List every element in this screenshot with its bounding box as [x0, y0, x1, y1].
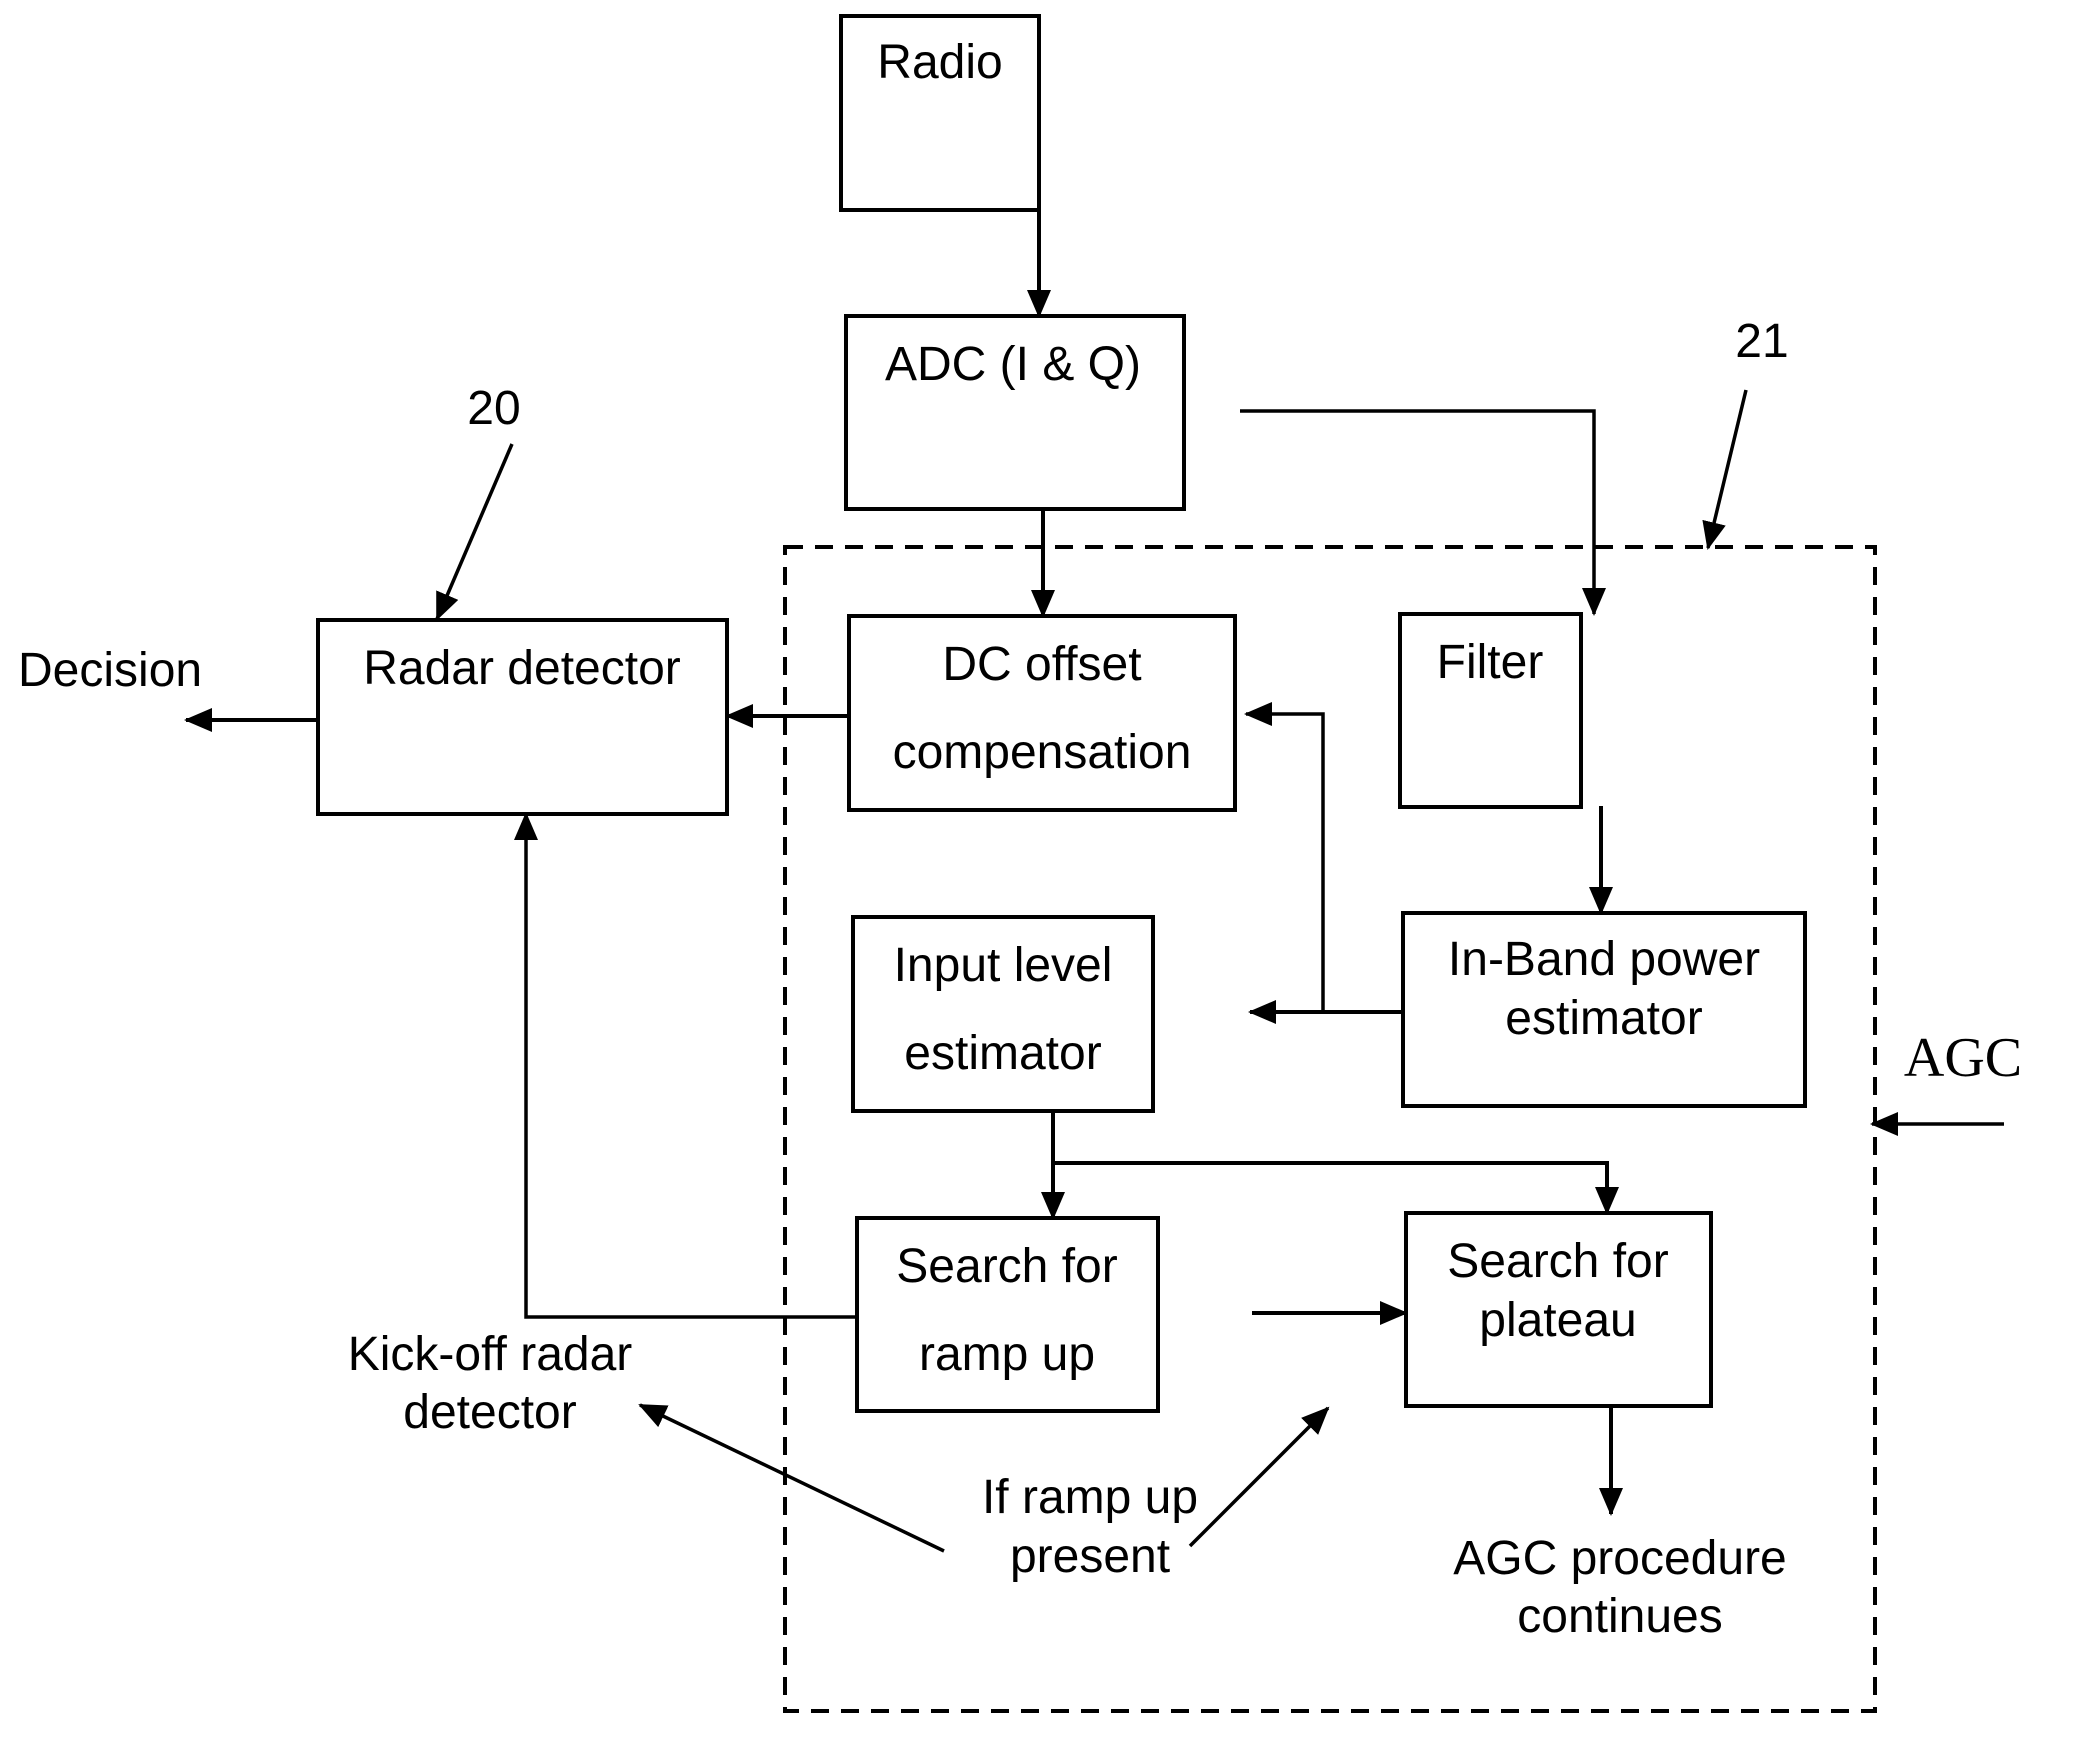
dc-offset-label-2: compensation	[893, 726, 1192, 779]
input-level-label-2: estimator	[904, 1027, 1101, 1080]
search-plateau-block: Search for plateau	[1404, 1211, 1713, 1408]
radar-detector-label: Radar detector	[363, 642, 681, 695]
ref-20-label: 20	[467, 382, 520, 435]
leader-if-ramp-to-plateau-arrow	[1188, 1406, 1330, 1548]
leader-ref-20	[435, 443, 514, 621]
agc-continues-label-2: continues	[1517, 1590, 1722, 1643]
search-ramp-label-2: ramp up	[919, 1328, 1095, 1381]
if-ramp-label-2: present	[1010, 1530, 1170, 1583]
filter-label: Filter	[1437, 636, 1544, 689]
in-band-label-1: In-Band power	[1448, 933, 1760, 986]
search-plateau-label-2: plateau	[1479, 1294, 1636, 1347]
filter-block: Filter	[1398, 612, 1583, 809]
search-plateau-label-1: Search for	[1447, 1235, 1668, 1288]
leader-ref-21	[1702, 389, 1748, 550]
adc-label: ADC (I & Q)	[885, 338, 1141, 391]
arrow-in-band-to-dc-offset	[1244, 702, 1325, 1012]
input-level-label-1: Input level	[894, 939, 1113, 992]
kickoff-label-1: Kick-off radar	[348, 1328, 633, 1381]
leader-if-ramp-to-kickoff	[638, 1403, 945, 1553]
ref-21-label: 21	[1735, 315, 1788, 368]
kickoff-label-2: detector	[403, 1386, 576, 1439]
input-level-estimator-block: Input level estimator	[851, 915, 1155, 1113]
agc-label: AGC	[1904, 1027, 2022, 1089]
in-band-power-estimator-block: In-Band power estimator	[1401, 911, 1807, 1108]
in-band-label-2: estimator	[1505, 992, 1702, 1045]
dc-offset-label-1: DC offset	[942, 638, 1141, 691]
agc-continues-label-1: AGC procedure	[1453, 1532, 1787, 1585]
adc-block: ADC (I & Q)	[844, 314, 1186, 511]
dc-offset-block: DC offset compensation	[847, 614, 1237, 812]
arrow-input-level-to-plateau	[1053, 1161, 1619, 1215]
search-ramp-label-1: Search for	[896, 1240, 1117, 1293]
agc-radar-block-diagram: Radio ADC (I & Q) Radar detector DC offs…	[18, 14, 2022, 1713]
radio-label: Radio	[877, 36, 1002, 89]
if-ramp-label-1: If ramp up	[982, 1471, 1198, 1524]
radar-detector-block: Radar detector	[316, 618, 729, 816]
arrow-ramp-to-radar	[514, 812, 857, 1319]
radio-block: Radio	[839, 14, 1041, 212]
decision-label: Decision	[18, 644, 202, 697]
search-ramp-up-block: Search for ramp up	[855, 1216, 1160, 1413]
arrow-adc-to-filter	[1240, 409, 1606, 616]
